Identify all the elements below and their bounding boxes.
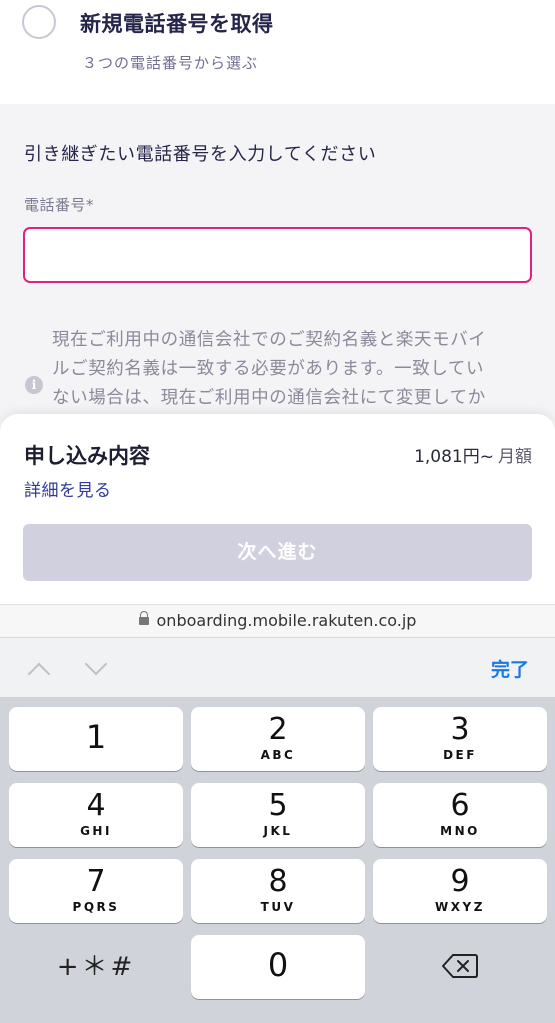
key-5[interactable]: 5 JKL xyxy=(191,783,365,847)
key-4[interactable]: 4 GHI xyxy=(9,783,183,847)
key-letters: TUV xyxy=(260,900,296,914)
key-2[interactable]: 2 ABC xyxy=(191,707,365,771)
key-letters: ABC xyxy=(260,748,296,762)
view-details-link[interactable]: 詳細を見る xyxy=(24,476,112,501)
key-number: 5 xyxy=(268,788,288,823)
key-8[interactable]: 8 TUV xyxy=(191,859,365,923)
key-number: 0 xyxy=(267,946,289,984)
key-number: 1 xyxy=(85,718,107,756)
key-letters: JKL xyxy=(263,824,293,838)
info-icon: i xyxy=(25,376,43,394)
done-button[interactable]: 完了 xyxy=(491,655,529,682)
key-0[interactable]: 0 xyxy=(191,935,365,999)
contract-name-notice: 現在ご利用中の通信会社でのご契約名義と楽天モバイ ルご契約名義は一致する必要があ… xyxy=(52,326,534,413)
summary-title: 申し込み内容 xyxy=(24,444,150,468)
key-7[interactable]: 7 PQRS xyxy=(9,859,183,923)
option-subtitle: ３つの電話番号から選ぶ xyxy=(82,54,259,72)
chevron-down-icon[interactable] xyxy=(84,652,108,676)
notice-line: 現在ご利用中の通信会社でのご契約名義と楽天モバイ xyxy=(52,330,487,350)
key-9[interactable]: 9 WXYZ xyxy=(373,859,547,923)
phone-option-new-number[interactable]: 新規電話番号を取得 ３つの電話番号から選ぶ xyxy=(0,0,555,104)
phone-number-input[interactable] xyxy=(23,227,532,283)
key-number: 3 xyxy=(450,712,470,747)
browser-url-bar[interactable]: onboarding.mobile.rakuten.co.jp xyxy=(0,604,555,636)
notice-line: ない場合は、現在ご利用中の通信会社にて変更してか xyxy=(52,388,486,408)
key-number: 9 xyxy=(450,864,470,899)
key-3[interactable]: 3 DEF xyxy=(373,707,547,771)
radio-button[interactable] xyxy=(22,5,56,39)
key-number: 7 xyxy=(86,864,106,899)
key-number: 2 xyxy=(268,712,288,747)
key-number: 4 xyxy=(86,788,106,823)
url-text: onboarding.mobile.rakuten.co.jp xyxy=(156,611,417,630)
price-value: 1,081円~ xyxy=(414,447,494,467)
key-number: 8 xyxy=(268,864,288,899)
lock-icon xyxy=(138,610,149,625)
phone-number-label: 電話番号* xyxy=(24,196,95,214)
option-title: 新規電話番号を取得 xyxy=(80,12,274,36)
form-prompt: 引き継ぎたい電話番号を入力してください xyxy=(24,144,377,165)
backspace-key[interactable] xyxy=(373,935,547,999)
key-number: 6 xyxy=(450,788,470,823)
key-1[interactable]: 1 xyxy=(9,707,183,771)
key-letters: WXYZ xyxy=(435,900,485,914)
symbols-label: +＊# xyxy=(56,952,136,982)
backspace-icon xyxy=(442,954,478,978)
price-period: 月額 xyxy=(498,447,532,467)
next-button[interactable]: 次へ進む xyxy=(23,524,532,581)
order-summary-sheet: 申し込み内容 1,081円~ 月額 詳細を見る 次へ進む xyxy=(0,414,555,604)
notice-line: ルご契約名義は一致する必要があります。一致してい xyxy=(52,359,485,379)
chevron-up-icon[interactable] xyxy=(27,662,51,686)
symbols-key[interactable]: +＊# xyxy=(9,935,183,999)
monthly-price: 1,081円~ 月額 xyxy=(414,442,532,467)
keyboard-accessory-bar: 完了 xyxy=(0,637,555,697)
key-letters: DEF xyxy=(443,748,477,762)
transfer-number-form: 引き継ぎたい電話番号を入力してください 電話番号* 現在ご利用中の通信会社でのご… xyxy=(0,104,555,424)
key-letters: PQRS xyxy=(72,900,120,914)
key-6[interactable]: 6 MNO xyxy=(373,783,547,847)
numeric-keypad: 1 2 ABC 3 DEF 4 GHI 5 JKL 6 MNO 7 PQRS 8… xyxy=(0,697,555,1023)
key-letters: GHI xyxy=(80,824,112,838)
key-letters: MNO xyxy=(440,824,480,838)
